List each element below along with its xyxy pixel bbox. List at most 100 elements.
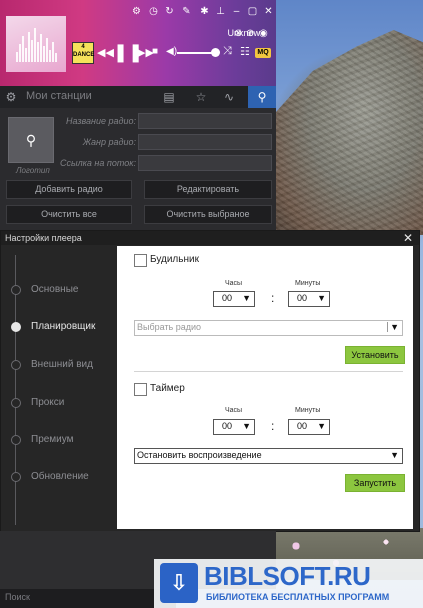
cover-wave-bar <box>30 40 33 62</box>
settings-titlebar: Настройки плеера ✕ <box>1 231 419 245</box>
star-icon[interactable]: ☆ <box>192 89 210 105</box>
search-button[interactable]: ⚲ <box>248 86 276 108</box>
download-icon[interactable]: ⊕ <box>246 28 254 39</box>
cover-wave-bar <box>33 28 36 62</box>
alarm-label: Будильник <box>150 254 199 265</box>
alarm-radio-select[interactable]: Выбрать радио ▼ <box>134 320 403 336</box>
nav-dot-active <box>11 322 21 332</box>
alarm-minutes-value: 00 <box>297 293 308 303</box>
album-cover <box>6 16 66 72</box>
cover-wave-bar <box>18 44 21 62</box>
settings-nav-premium[interactable]: Премиум <box>9 433 109 449</box>
timer-time-separator: : <box>271 419 275 433</box>
settings-nav-label: Премиум <box>31 434 74 445</box>
clock-icon[interactable]: ◷ <box>147 5 160 18</box>
previous-icon[interactable]: ◀◀ <box>97 46 114 59</box>
volume-slider-knob[interactable] <box>211 48 220 57</box>
radio-icon[interactable]: ▤ <box>160 89 178 105</box>
cover-wave-bar <box>36 42 39 62</box>
timer-hours-select[interactable]: 00 ▼ <box>213 419 255 435</box>
settings-nav-label: Обновление <box>31 471 89 482</box>
search-placeholder: Поиск <box>5 592 30 602</box>
biblsoft-watermark: ⇩ BIBLSOFT.RU БИБЛИОТЕКА БЕСПЛАТНЫХ ПРОГ… <box>154 559 423 608</box>
settings-nav-appearance[interactable]: Внешний вид <box>9 358 109 374</box>
radio-name-label: Название радио: <box>66 116 136 126</box>
alarm-hours-select[interactable]: 00 ▼ <box>213 291 255 307</box>
settings-gear-icon[interactable]: ⚙ <box>130 5 143 18</box>
restore-icon[interactable]: ▢ <box>246 5 259 18</box>
cover-wave-bar <box>15 52 18 62</box>
logo-label: Логотип <box>16 166 50 175</box>
clear-selected-button[interactable]: Очистить выбраное <box>144 205 272 224</box>
settings-nav-label: Планировщик <box>31 321 96 332</box>
radio-player-window: ⚙ ◷ ↻ ✎ ✱ ⊥ – ▢ ✕ Unknow ⊗ ⊕ ◉ 4 DANCE ◀… <box>0 0 276 230</box>
refresh-icon[interactable]: ↻ <box>163 5 176 18</box>
radio-genre-input[interactable] <box>138 134 272 150</box>
dropdown-arrow-icon: ▼ <box>242 293 251 303</box>
timer-hours-value: 00 <box>222 421 233 431</box>
nav-dot <box>11 435 21 445</box>
nav-dot <box>11 285 21 295</box>
edit-button[interactable]: Редактировать <box>144 180 272 199</box>
dropdown-arrow-icon: ▼ <box>387 322 399 332</box>
quality-badge[interactable]: MQ <box>255 48 271 58</box>
cover-wave-bar <box>24 48 27 62</box>
dropdown-arrow-icon: ▼ <box>242 421 251 431</box>
scheduler-panel: Будильник Часы Минуты 00 ▼ : 00 ▼ Выбрат… <box>117 246 413 529</box>
dropdown-arrow-icon: ▼ <box>317 293 326 303</box>
stop-icon[interactable]: ■ <box>152 46 158 57</box>
clear-all-button[interactable]: Очистить все <box>6 205 132 224</box>
close-icon[interactable]: ✕ <box>403 231 413 245</box>
minimize-icon[interactable]: – <box>230 5 243 18</box>
settings-nav-proxy[interactable]: Прокси <box>9 396 109 412</box>
my-stations-label[interactable]: Мои станции <box>26 90 92 102</box>
pencil-icon[interactable]: ✎ <box>180 5 193 18</box>
settings-title: Настройки плеера <box>5 233 82 243</box>
close-icon[interactable]: ✕ <box>262 5 275 18</box>
gear-icon[interactable]: ⚙ <box>2 89 20 105</box>
search-icon: ⚲ <box>257 90 267 104</box>
settings-nav-scheduler[interactable]: Планировщик <box>9 320 109 336</box>
volume-icon[interactable]: ◀) <box>166 46 177 57</box>
stations-navbar: ⚙ Мои станции ▤ ☆ ∿ ⚲ <box>0 86 276 108</box>
dropdown-arrow-icon: ▼ <box>390 450 399 460</box>
timer-action-select[interactable]: Остановить воспроизведение ▼ <box>134 448 403 464</box>
set-alarm-button[interactable]: Установить <box>345 346 405 364</box>
alarm-hours-value: 00 <box>222 293 233 303</box>
share-icon[interactable]: ⊗ <box>234 28 242 39</box>
cover-wave-bar <box>48 50 51 62</box>
settings-nav-label: Внешний вид <box>31 359 93 370</box>
download-arrow-icon: ⇩ <box>160 563 198 603</box>
alarm-minutes-select[interactable]: 00 ▼ <box>288 291 330 307</box>
timer-checkbox[interactable] <box>134 383 147 396</box>
wrench-icon[interactable]: ✱ <box>198 5 211 18</box>
record-icon[interactable]: ◉ <box>259 28 268 39</box>
station-logo-upload[interactable]: ⚲ <box>8 117 54 163</box>
start-timer-button[interactable]: Запустить <box>345 474 405 492</box>
settings-nav-label: Прокси <box>31 397 65 408</box>
nav-dot <box>11 360 21 370</box>
nav-dot <box>11 398 21 408</box>
waveform-icon[interactable]: ∿ <box>220 89 238 105</box>
timer-minutes-value: 00 <box>297 421 308 431</box>
watermark-title: BIBLSOFT.RU <box>204 561 371 591</box>
cover-wave-bar <box>51 42 54 62</box>
alarm-hours-caption: Часы <box>225 280 243 287</box>
player-header: ⚙ ◷ ↻ ✎ ✱ ⊥ – ▢ ✕ Unknow ⊗ ⊕ ◉ 4 DANCE ◀… <box>0 0 276 86</box>
settings-nav-basic[interactable]: Основные <box>9 283 109 299</box>
radio-name-input[interactable] <box>138 113 272 129</box>
watermark-subtitle: БИБЛИОТЕКА БЕСПЛАТНЫХ ПРОГРАММ <box>206 592 390 602</box>
add-radio-button[interactable]: Добавить радио <box>6 180 132 199</box>
shuffle-icon[interactable]: ⤨ <box>223 45 232 58</box>
alarm-checkbox[interactable] <box>134 254 147 267</box>
alarm-minutes-caption: Минуты <box>295 280 321 287</box>
alarm-radio-placeholder: Выбрать радио <box>137 322 202 332</box>
pin-icon[interactable]: ⊥ <box>214 5 227 18</box>
timer-minutes-select[interactable]: 00 ▼ <box>288 419 330 435</box>
stream-link-input[interactable] <box>138 155 272 171</box>
equalizer-icon[interactable]: ☷ <box>240 45 250 58</box>
search-bar[interactable]: Поиск <box>0 589 176 608</box>
settings-nav-label: Основные <box>31 284 79 295</box>
player-settings-dialog: Настройки плеера ✕ Основные Планировщик … <box>0 230 420 532</box>
settings-nav-update[interactable]: Обновление <box>9 470 109 486</box>
